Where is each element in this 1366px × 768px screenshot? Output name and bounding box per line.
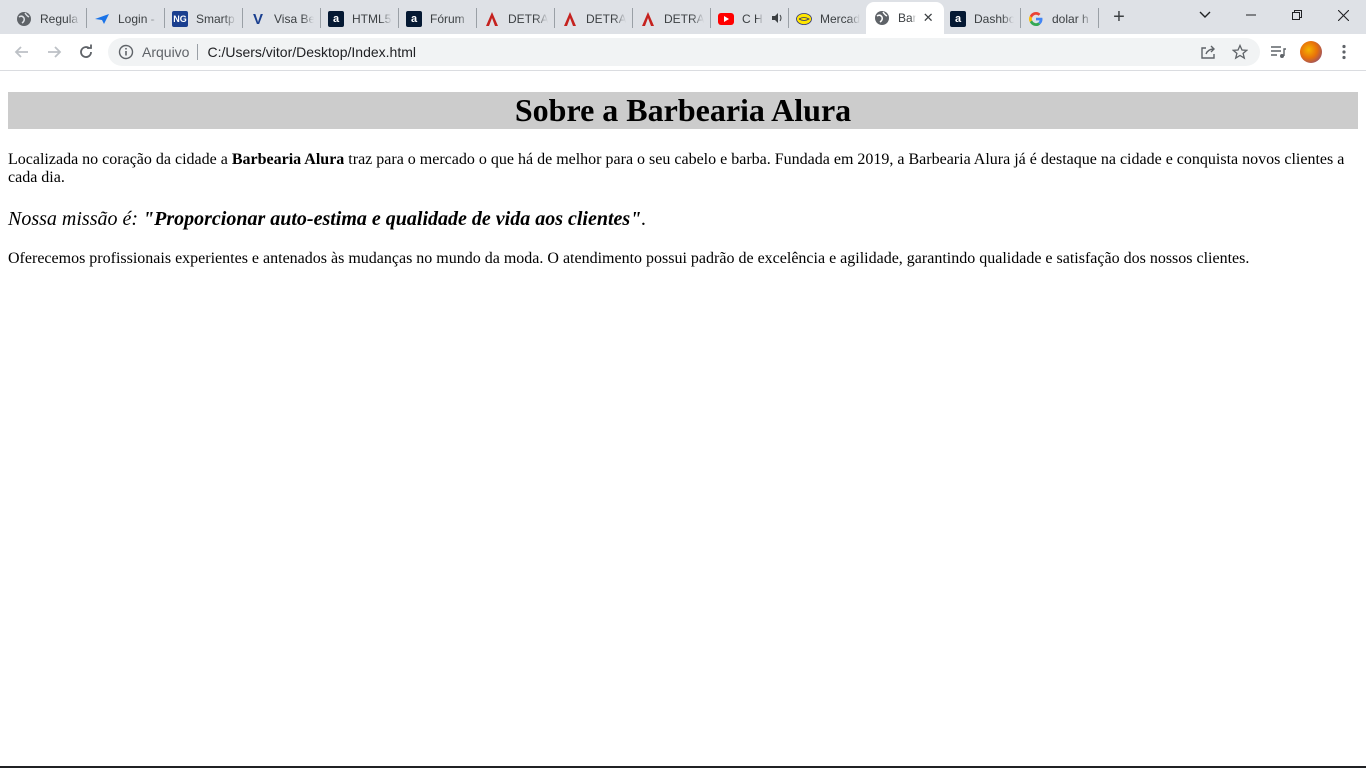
intro-text-start: Localizada no coração da cidade a — [8, 151, 232, 168]
tab-separator — [398, 8, 399, 28]
mission-statement: "Proporcionar auto-estima e qualidade de… — [143, 208, 642, 230]
tab-active[interactable]: Bar ✕ — [866, 2, 944, 34]
tab-title: dolar h — [1052, 12, 1089, 26]
mission-punctuation: . — [641, 208, 647, 230]
tab-separator — [1098, 8, 1099, 28]
tab-title: Fórum — [430, 12, 465, 26]
tab-title: Smartp — [196, 12, 235, 26]
tab[interactable]: NG Smartp — [172, 4, 236, 34]
arrow-left-icon — [14, 46, 28, 58]
detran-logo-icon — [640, 11, 656, 27]
tab[interactable]: a Fórum — [406, 4, 470, 34]
youtube-icon — [718, 11, 734, 27]
tab-search-button[interactable] — [1182, 0, 1228, 30]
reload-button[interactable] — [72, 38, 100, 66]
google-icon — [1028, 11, 1044, 27]
tab[interactable]: DETRA — [562, 4, 626, 34]
page-content: Sobre a Barbearia Alura Localizada no co… — [0, 72, 1366, 766]
bookmark-button[interactable] — [1226, 38, 1254, 66]
tab-title: C H — [742, 12, 763, 26]
detran-logo-icon — [484, 11, 500, 27]
chevron-down-icon — [1199, 11, 1211, 18]
tab[interactable]: C H — [718, 4, 782, 34]
tab[interactable]: DETRA — [640, 4, 704, 34]
mission-paragraph: Nossa missão é: "Proporcionar auto-estim… — [8, 208, 1358, 230]
globe-icon — [874, 10, 890, 26]
back-button[interactable] — [8, 38, 36, 66]
restore-button[interactable] — [1274, 0, 1320, 30]
share-icon — [1201, 45, 1215, 59]
intro-strong-text: Barbearia Alura — [231, 151, 345, 168]
ng-logo-icon: NG — [172, 11, 188, 27]
tab-separator — [164, 8, 165, 28]
tab-title: HTML5 — [352, 12, 392, 26]
tab-separator — [1020, 8, 1021, 28]
tab-separator — [632, 8, 633, 28]
tab-separator — [242, 8, 243, 28]
tab-title: Login - — [118, 12, 155, 26]
tab-title: Dashbo — [974, 12, 1014, 26]
new-tab-button[interactable]: + — [1108, 7, 1130, 29]
page-title: Sobre a Barbearia Alura — [8, 92, 1358, 129]
alura-logo-icon: a — [950, 11, 966, 27]
tab-separator — [86, 8, 87, 28]
browser-toolbar: Arquivo C:/Users/vitor/Desktop/Index.htm… — [0, 34, 1366, 71]
offer-paragraph: Oferecemos profissionais experientes e a… — [8, 250, 1250, 267]
tab[interactable]: a Dashbo — [950, 4, 1014, 34]
tab[interactable]: a HTML5 — [328, 4, 392, 34]
url-text[interactable]: C:/Users/vitor/Desktop/Index.html — [207, 44, 416, 60]
arrow-right-icon — [48, 46, 62, 58]
minimize-button[interactable] — [1228, 0, 1274, 30]
tab-title: DETRA — [664, 12, 704, 26]
share-button[interactable] — [1194, 38, 1222, 66]
tab[interactable]: dolar h — [1028, 4, 1092, 34]
mission-label: Nossa missão é: — [8, 208, 144, 230]
tab-separator — [476, 8, 477, 28]
address-divider — [197, 44, 199, 60]
tab-separator — [788, 8, 789, 28]
minimize-icon — [1246, 14, 1256, 16]
tab-title: Mercad — [820, 12, 860, 26]
media-control-button[interactable] — [1264, 38, 1292, 66]
tab-title: Bar — [898, 11, 917, 25]
tab-separator — [320, 8, 321, 28]
close-icon — [1337, 9, 1349, 21]
restore-icon — [1292, 10, 1302, 20]
tab-separator — [554, 8, 555, 28]
alura-logo-icon: a — [406, 11, 422, 27]
tab-strip: Regula Login - NG Smartp V Visa Be a HTM… — [0, 0, 1366, 34]
speaker-icon[interactable] — [771, 12, 782, 27]
tab[interactable]: Regula — [16, 4, 80, 34]
tab-title: DETRA — [508, 12, 548, 26]
tab-title: Regula — [40, 12, 79, 26]
globe-icon — [16, 11, 32, 27]
scheme-label: Arquivo — [142, 44, 190, 60]
paper-plane-icon — [94, 11, 110, 27]
info-icon[interactable] — [118, 44, 134, 60]
tab[interactable]: Mercad — [796, 4, 860, 34]
address-bar[interactable]: Arquivo C:/Users/vitor/Desktop/Index.htm… — [108, 38, 1260, 66]
menu-button[interactable] — [1330, 38, 1358, 66]
tab-separator — [710, 8, 711, 28]
alura-logo-icon: a — [328, 11, 344, 27]
tab[interactable]: Login - — [94, 4, 158, 34]
star-icon — [1232, 44, 1248, 60]
v-logo-icon: V — [252, 10, 263, 28]
playlist-icon — [1271, 46, 1286, 58]
mercado-livre-icon — [796, 11, 812, 27]
close-window-button[interactable] — [1320, 0, 1366, 30]
tab[interactable]: DETRA — [484, 4, 548, 34]
tab[interactable]: V Visa Be — [250, 4, 314, 34]
detran-logo-icon — [562, 11, 578, 27]
forward-button[interactable] — [40, 38, 68, 66]
profile-avatar[interactable] — [1300, 41, 1322, 63]
more-vertical-icon — [1342, 44, 1346, 60]
close-tab-icon[interactable]: ✕ — [920, 10, 936, 26]
tab-title: Visa Be — [274, 12, 314, 26]
reload-icon — [80, 44, 92, 58]
intro-paragraph: Localizada no coração da cidade a Barbea… — [8, 151, 1358, 187]
tab-title: DETRA — [586, 12, 626, 26]
